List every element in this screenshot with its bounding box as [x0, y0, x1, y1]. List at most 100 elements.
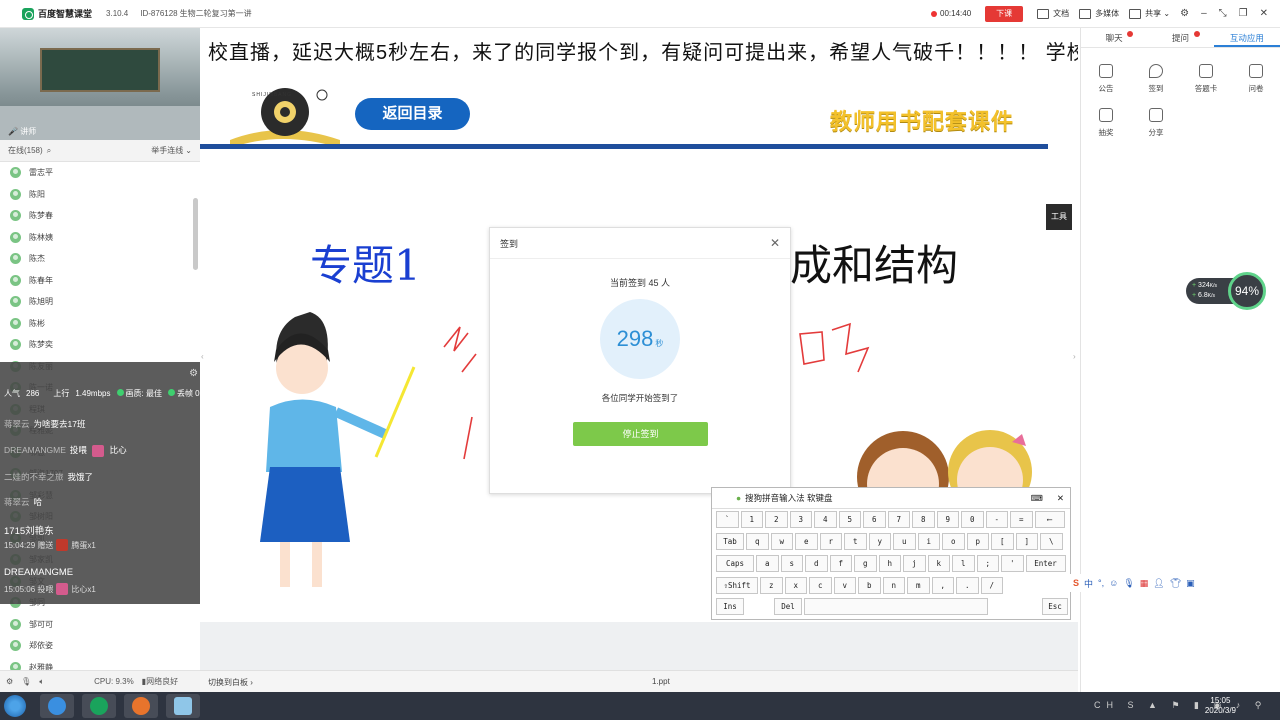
restore-icon[interactable]: ❐ [1239, 8, 1248, 19]
user-list-item[interactable]: 陈彬 [0, 313, 200, 335]
tab-chat[interactable]: 聊天 [1081, 28, 1147, 47]
keyboard-key[interactable]: = [1010, 511, 1033, 528]
keyboard-key[interactable]: 7 [887, 511, 910, 528]
end-class-button[interactable]: 下课 [985, 5, 1024, 22]
share-app[interactable]: 分享 [1131, 108, 1181, 138]
keyboard-key[interactable]: 9 [936, 511, 959, 528]
user-list-item[interactable]: 陈梦奕 [0, 334, 200, 356]
keyboard-key[interactable]: m [907, 577, 930, 594]
share-button[interactable]: 共享 ⌄ [1129, 8, 1170, 19]
sogou-logo-icon[interactable]: S [1073, 578, 1079, 588]
punctuation-icon[interactable]: °, [1098, 578, 1104, 588]
keyboard-key[interactable]: Ins [716, 598, 744, 615]
keyboard-key[interactable]: - [985, 511, 1008, 528]
user-list-item[interactable]: 陈杰 [0, 248, 200, 270]
collapse-left-icon[interactable]: ‹ [201, 352, 204, 361]
user-list-item[interactable]: 邹可可 [0, 614, 200, 636]
ime-mode[interactable]: 中 [1084, 577, 1093, 590]
keyboard-key[interactable]: Caps [716, 555, 754, 572]
keyboard-key[interactable]: p [966, 533, 989, 550]
system-clock[interactable]: 15:05 2020/3/9 [1205, 696, 1236, 716]
keyboard-key[interactable]: ] [1015, 533, 1038, 550]
minimize-icon[interactable]: – [1201, 8, 1207, 19]
user-list-item[interactable]: 陈梦春 [0, 205, 200, 227]
keyboard-key[interactable]: w [770, 533, 793, 550]
announcement-app[interactable]: 公告 [1081, 64, 1131, 94]
keyboard-key[interactable]: i [917, 533, 940, 550]
keyboard-key[interactable]: Enter [1025, 555, 1066, 572]
keyboard-key[interactable]: g [854, 555, 877, 572]
close-icon[interactable]: ✕ [770, 236, 780, 250]
keyboard-key[interactable]: x [784, 577, 807, 594]
keyboard-key[interactable]: t [844, 533, 867, 550]
keyboard-key[interactable]: . [956, 577, 979, 594]
settings-icon[interactable]: ⚙ [189, 368, 198, 379]
keyboard-key[interactable]: q [746, 533, 769, 550]
stop-signin-button[interactable]: 停止签到 [573, 422, 708, 446]
keyboard-key[interactable]: z [760, 577, 783, 594]
voice-icon[interactable]: 🎙︎ [1123, 578, 1134, 589]
taskbar-classroom[interactable] [82, 694, 116, 718]
keyboard-key[interactable]: ' [1001, 555, 1024, 572]
close-icon[interactable]: ✕ [1057, 493, 1064, 504]
keyboard-icon[interactable]: ⌨ [1031, 493, 1043, 504]
user-list-item[interactable]: 雷志平 [0, 162, 200, 184]
keyboard-key[interactable]: 6 [863, 511, 886, 528]
multimedia-button[interactable]: 多媒体 [1079, 8, 1119, 19]
user-list-item[interactable]: 陈春年 [0, 270, 200, 292]
keyboard-key[interactable]: v [833, 577, 856, 594]
keyboard-key[interactable]: 0 [961, 511, 984, 528]
keyboard-key[interactable]: 8 [912, 511, 935, 528]
keyboard-key[interactable]: o [942, 533, 965, 550]
raise-hand-dropdown[interactable]: 举手连线 [151, 145, 183, 156]
back-to-toc-button[interactable]: 返回目录 [355, 98, 470, 130]
keyboard-key[interactable]: / [980, 577, 1003, 594]
keyboard-key[interactable]: u [893, 533, 916, 550]
keyboard-key[interactable]: 3 [789, 511, 812, 528]
user-list-item[interactable]: 赵雅静 [0, 657, 200, 670]
keyboard-key[interactable]: Esc [1042, 598, 1068, 615]
user-list-item[interactable]: 陈林姨 [0, 227, 200, 249]
user-list-item[interactable]: 陈阳 [0, 184, 200, 206]
network-speed-widget[interactable]: + 324K/s + 6.8K/s 94% [1186, 272, 1266, 310]
user-icon[interactable]: 👤︎ [1153, 578, 1164, 589]
user-list-item[interactable]: 郑依姿 [0, 635, 200, 657]
taskbar-ie[interactable] [40, 694, 74, 718]
keyboard-key[interactable]: h [878, 555, 901, 572]
system-tray-icons[interactable]: CH S ▲ ⚑ ▮ ◉ ♪ ⚲ [1094, 700, 1267, 711]
keyboard-key[interactable]: 2 [765, 511, 788, 528]
emoji-icon[interactable]: ☺ [1109, 578, 1118, 588]
keyboard-key[interactable]: 5 [838, 511, 861, 528]
signin-app[interactable]: 签到 [1131, 64, 1181, 94]
keyboard-key[interactable]: ⟵ [1034, 511, 1065, 528]
keyboard-key[interactable]: e [795, 533, 818, 550]
keyboard-key[interactable]: y [868, 533, 891, 550]
keyboard-icon[interactable]: ▦ [1140, 578, 1149, 589]
microphone-icon[interactable]: 🎙︎ [21, 677, 31, 686]
keyboard-key[interactable]: j [903, 555, 926, 572]
keyboard-key[interactable]: k [927, 555, 950, 572]
user-list-item[interactable]: 陈旭明 [0, 291, 200, 313]
keyboard-key[interactable]: ` [716, 511, 739, 528]
speaker-icon[interactable]: 🔈︎ [39, 677, 44, 687]
switch-whiteboard-button[interactable]: 切换到白板 › [208, 677, 253, 688]
keyboard-key[interactable]: \ [1040, 533, 1063, 550]
user-list-scrollbar[interactable] [193, 198, 198, 270]
shrink-icon[interactable]: ⤡ [1219, 8, 1227, 19]
skin-icon[interactable]: 👕︎ [1170, 578, 1181, 589]
keyboard-key[interactable] [804, 598, 988, 615]
keyboard-key[interactable]: a [756, 555, 779, 572]
keyboard-key[interactable]: Del [774, 598, 802, 615]
answer-card-app[interactable]: 答题卡 [1181, 64, 1231, 94]
keyboard-key[interactable]: [ [991, 533, 1014, 550]
tab-interactive-apps[interactable]: 互动应用 [1213, 28, 1280, 47]
keyboard-key[interactable]: c [809, 577, 832, 594]
toolbox-icon[interactable]: ▣ [1186, 578, 1195, 589]
lottery-app[interactable]: 抽奖 [1081, 108, 1131, 138]
collapse-right-icon[interactable]: › [1073, 352, 1076, 361]
keyboard-key[interactable]: s [780, 555, 803, 572]
survey-app[interactable]: 问卷 [1231, 64, 1280, 94]
keyboard-key[interactable]: l [952, 555, 975, 572]
taskbar-photo[interactable] [166, 694, 200, 718]
keyboard-key[interactable]: n [882, 577, 905, 594]
